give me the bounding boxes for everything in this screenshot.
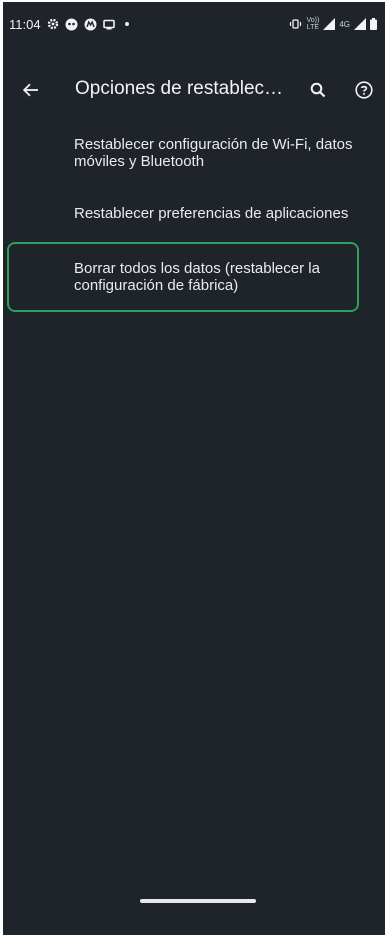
4g-icon: 4G [339,19,350,29]
help-icon[interactable] [352,78,376,102]
status-bar: 11:04 Vo)) LTE 4G [3,2,385,46]
list-item-label: Borrar todos los datos (restablecer la c… [74,260,320,294]
settings-screen: 11:04 Vo)) LTE 4G Opciones de restablec…… [3,2,385,935]
volte-label-bottom: LTE [306,24,320,31]
reset-app-preferences-item[interactable]: Restablecer preferencias de aplicaciones [3,205,385,222]
volte-label-top: Vo)) [306,17,320,24]
network-label: 4G [339,19,350,29]
vibrate-icon [289,19,302,29]
page-title: Opciones de restablec… [75,78,284,99]
list-item-label: Restablecer configuración de Wi-Fi, dato… [74,136,353,170]
arrow-back-icon[interactable] [19,78,43,102]
reset-network-settings-item[interactable]: Restablecer configuración de Wi-Fi, dato… [3,136,385,170]
volte-icon: Vo)) LTE [306,17,319,31]
notification-dot-icon [124,22,129,26]
motorola-icon [84,18,97,31]
gear-icon [47,18,59,30]
app-toolbar: Opciones de restablec… [3,68,385,112]
factory-reset-item[interactable]: Borrar todos los datos (restablecer la c… [3,260,385,294]
clock: 11:04 [9,16,41,32]
search-icon[interactable] [306,78,330,102]
list-item-label: Restablecer preferencias de aplicaciones [74,205,349,222]
signal-icon [323,18,336,30]
screen-cast-icon [102,19,115,30]
status-bar-left: 11:04 [9,2,129,46]
face-icon [65,18,78,31]
status-bar-right: Vo)) LTE 4G [289,2,377,46]
battery-icon [370,18,377,30]
gesture-nav-handle[interactable] [140,899,256,903]
signal-icon-2 [354,18,366,30]
